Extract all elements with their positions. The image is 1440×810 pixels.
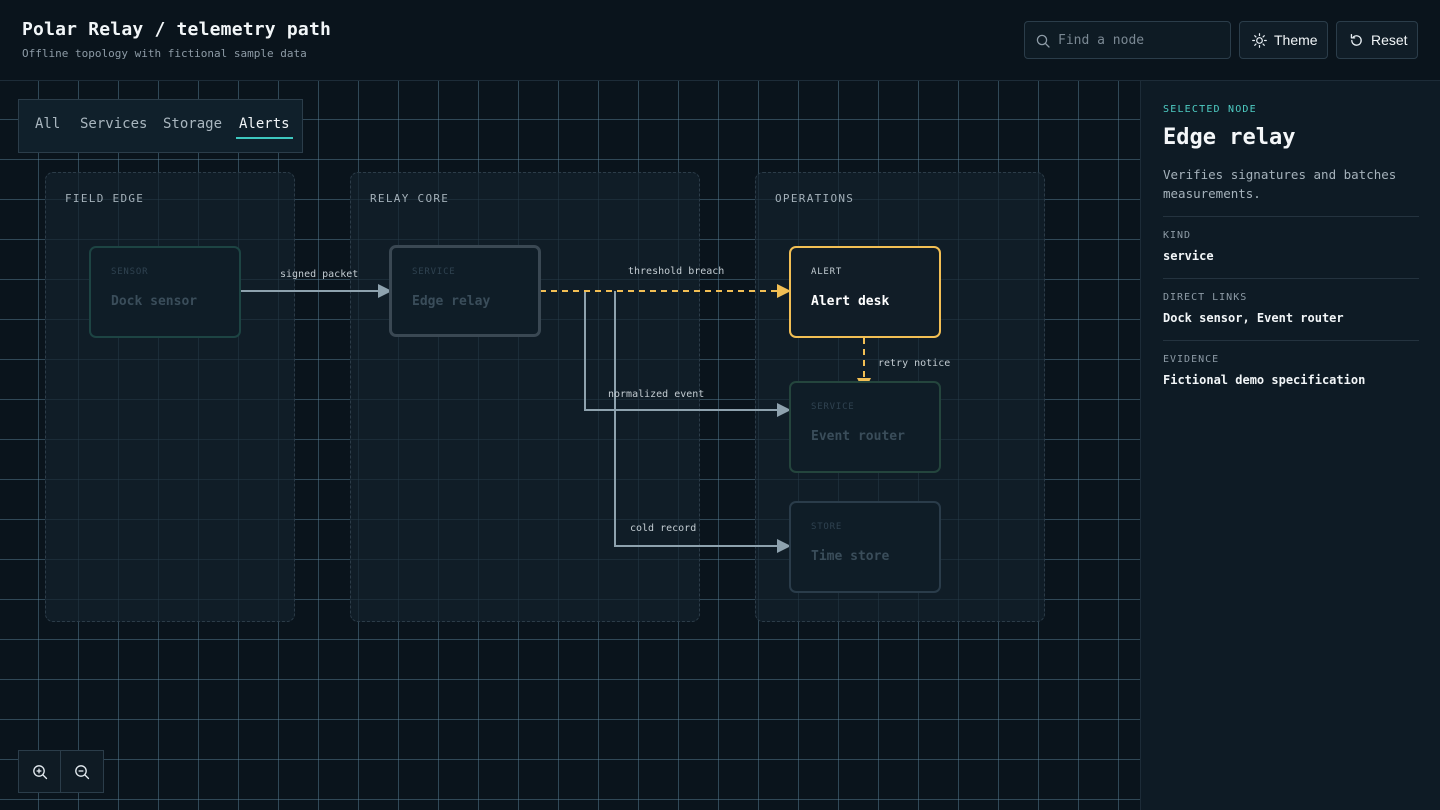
search-input[interactable] xyxy=(1058,22,1226,58)
node-name: Alert desk xyxy=(811,294,890,309)
sidebar-eyebrow: SELECTED NODE xyxy=(1163,104,1257,115)
search-box[interactable] xyxy=(1024,21,1231,59)
edge-label: threshold breach xyxy=(628,266,725,277)
node-kind: STORE xyxy=(811,522,843,532)
detail-row-kind: KIND service xyxy=(1163,216,1419,278)
node-kind: ALERT xyxy=(811,267,843,277)
edge-cold-record[interactable] xyxy=(614,291,778,547)
detail-value: service xyxy=(1163,249,1214,263)
edge-label: normalized event xyxy=(608,389,705,400)
selected-node-title: Edge relay xyxy=(1163,125,1296,150)
detail-value: Dock sensor, Event router xyxy=(1163,311,1344,325)
reset-label: Reset xyxy=(1371,32,1408,48)
page-title: Polar Relay / telemetry path xyxy=(22,19,332,40)
detail-key: KIND xyxy=(1163,230,1192,241)
reset-button[interactable]: Reset xyxy=(1336,21,1418,59)
reset-icon xyxy=(1350,34,1362,46)
node-kind: SERVICE xyxy=(811,402,855,412)
detail-value: Fictional demo specification xyxy=(1163,373,1366,387)
theme-label: Theme xyxy=(1274,32,1318,48)
node-edge-relay[interactable]: SERVICE Edge relay xyxy=(389,245,541,337)
node-name: Edge relay xyxy=(412,294,491,309)
edge-label: signed packet xyxy=(280,269,359,280)
edge-layer xyxy=(240,284,871,553)
detail-row-evidence: EVIDENCE Fictional demo specification xyxy=(1163,340,1419,402)
edge-label: cold record xyxy=(630,523,697,534)
selected-node-description: Verifies signatures and batches measurem… xyxy=(1163,167,1397,201)
top-bar: Polar Relay / telemetry path Offline top… xyxy=(0,0,1440,81)
zoom-controls xyxy=(18,750,104,793)
detail-key: DIRECT LINKS xyxy=(1163,292,1248,303)
detail-sidebar: SELECTED NODE Edge relay Verifies signat… xyxy=(1140,81,1440,810)
node-alert-desk[interactable]: ALERT Alert desk xyxy=(789,246,941,338)
node-kind: SENSOR xyxy=(111,267,149,277)
node-name: Event router xyxy=(811,429,905,444)
node-name: Time store xyxy=(811,549,890,564)
zoom-out-icon xyxy=(75,765,90,780)
edge-label: retry notice xyxy=(878,358,951,369)
zoom-in-icon xyxy=(33,765,48,780)
node-name: Dock sensor xyxy=(111,294,198,309)
detail-key: EVIDENCE xyxy=(1163,354,1220,365)
search-icon xyxy=(1036,34,1050,48)
node-dock-sensor[interactable]: SENSOR Dock sensor xyxy=(89,246,241,338)
zoom-in-button[interactable] xyxy=(19,751,61,792)
node-kind: SERVICE xyxy=(412,267,456,277)
theme-button[interactable]: Theme xyxy=(1239,21,1328,59)
detail-row-direct-links: DIRECT LINKS Dock sensor, Event router xyxy=(1163,278,1419,340)
sun-icon xyxy=(1252,33,1267,48)
node-event-router[interactable]: SERVICE Event router xyxy=(789,381,941,473)
node-time-store[interactable]: STORE Time store xyxy=(789,501,941,593)
diagram-canvas[interactable]: All Services Storage Alerts FIELD EDGE R… xyxy=(0,81,1140,810)
page-subtitle: Offline topology with fictional sample d… xyxy=(22,47,307,60)
zoom-out-button[interactable] xyxy=(61,751,103,792)
